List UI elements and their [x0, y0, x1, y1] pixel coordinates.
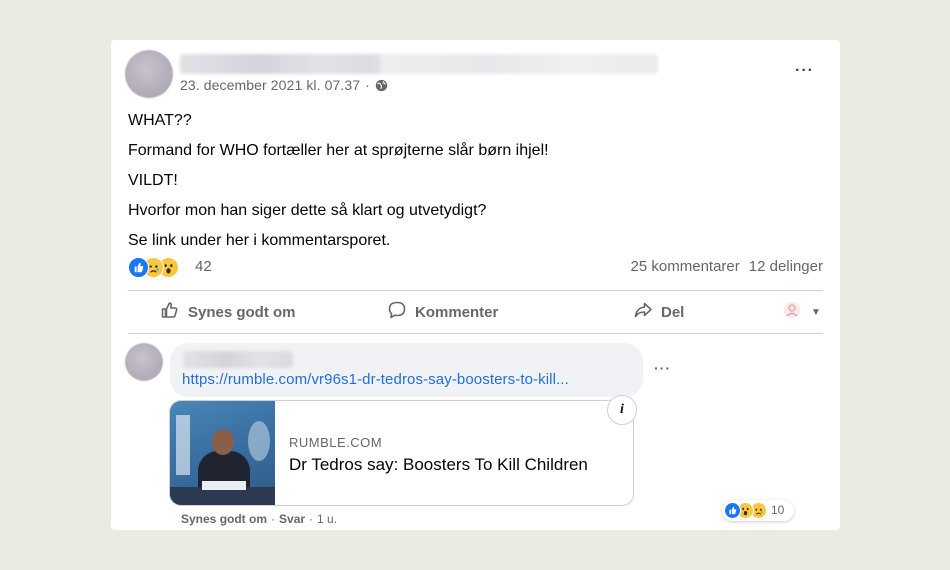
thumbnail-emblem [248, 421, 270, 461]
post-card: 23. december 2021 kl. 07.37 · ··· WHAT??… [111, 40, 840, 530]
post-timestamp-row: 23. december 2021 kl. 07.37 · [180, 77, 388, 93]
like-icon [128, 257, 149, 278]
post-timestamp[interactable]: 23. december 2021 kl. 07.37 [180, 77, 360, 93]
post-action-bar: Synes godt om Kommenter Del ▼ [128, 292, 823, 332]
post-reactions-row: 42 25 kommentarer 12 delinger [128, 255, 823, 279]
divider [128, 290, 823, 291]
thumbnail-backdrop [176, 415, 190, 475]
like-icon [724, 502, 741, 519]
info-icon[interactable]: i [607, 395, 637, 425]
timestamp-separator: · [365, 77, 370, 93]
meta-separator: · [271, 512, 276, 526]
share-arrow-icon [633, 300, 653, 324]
comment-meta-row: Synes godt om · Svar · 1 u. [181, 512, 337, 526]
link-preview-domain: RUMBLE.COM [289, 435, 383, 450]
comment-button[interactable]: Kommenter [387, 292, 498, 332]
author-name-redacted-extension [373, 54, 658, 74]
share-button-label: Del [661, 303, 685, 321]
comment-time[interactable]: 1 u. [317, 512, 337, 526]
divider [128, 333, 823, 334]
post-body: WHAT?? Formand for WHO fortæller her at … [128, 106, 549, 256]
thumbs-up-icon [160, 300, 180, 324]
link-preview-title: Dr Tedros say: Boosters To Kill Children [289, 455, 588, 474]
post-line: Formand for WHO fortæller her at sprøjte… [128, 142, 549, 159]
commenter-avatar[interactable] [125, 343, 163, 381]
link-preview-card[interactable]: RUMBLE.COM Dr Tedros say: Boosters To Ki… [169, 400, 634, 506]
comment-like-link[interactable]: Synes godt om [181, 512, 267, 526]
post-stats: 25 kommentarer 12 delinger [631, 258, 823, 275]
comment-more-options-button[interactable]: ··· [654, 360, 671, 376]
post-line: VILDT! [128, 172, 178, 189]
thumbnail-nameplate [202, 481, 246, 490]
comments-count[interactable]: 25 kommentarer [631, 258, 740, 275]
comment-reactions[interactable]: 10 [722, 500, 794, 521]
link-preview-thumbnail [170, 401, 275, 505]
comment-reply-link[interactable]: Svar [279, 512, 305, 526]
comment-bubble: https://rumble.com/vr96s1-dr-tedros-say-… [170, 343, 643, 397]
author-name-redacted[interactable] [180, 54, 380, 74]
shares-count[interactable]: 12 delinger [749, 258, 823, 275]
reaction-icons[interactable] [128, 257, 190, 278]
like-button-label: Synes godt om [188, 303, 296, 321]
comment-reaction-count: 10 [771, 503, 785, 517]
comment-link[interactable]: https://rumble.com/vr96s1-dr-tedros-say-… [182, 371, 569, 388]
post-more-options-button[interactable]: ··· [795, 62, 814, 80]
post-line: Se link under her i kommentarsporet. [128, 232, 391, 249]
share-button[interactable]: Del [633, 292, 684, 332]
meta-separator: · [309, 512, 314, 526]
author-avatar[interactable] [125, 50, 173, 98]
speech-bubble-icon [387, 300, 407, 324]
profile-avatar-icon [782, 300, 802, 324]
commenter-name-redacted[interactable] [183, 351, 293, 368]
audience-selector-button[interactable]: ▼ [782, 292, 821, 332]
globe-icon[interactable] [375, 79, 388, 92]
chevron-down-icon: ▼ [811, 306, 821, 318]
reaction-count[interactable]: 42 [195, 258, 212, 275]
post-line: Hvorfor mon han siger dette så klart og … [128, 202, 487, 219]
post-line: WHAT?? [128, 112, 192, 129]
comment-button-label: Kommenter [415, 303, 499, 321]
like-button[interactable]: Synes godt om [160, 292, 296, 332]
thumbnail-person-head [212, 429, 234, 455]
